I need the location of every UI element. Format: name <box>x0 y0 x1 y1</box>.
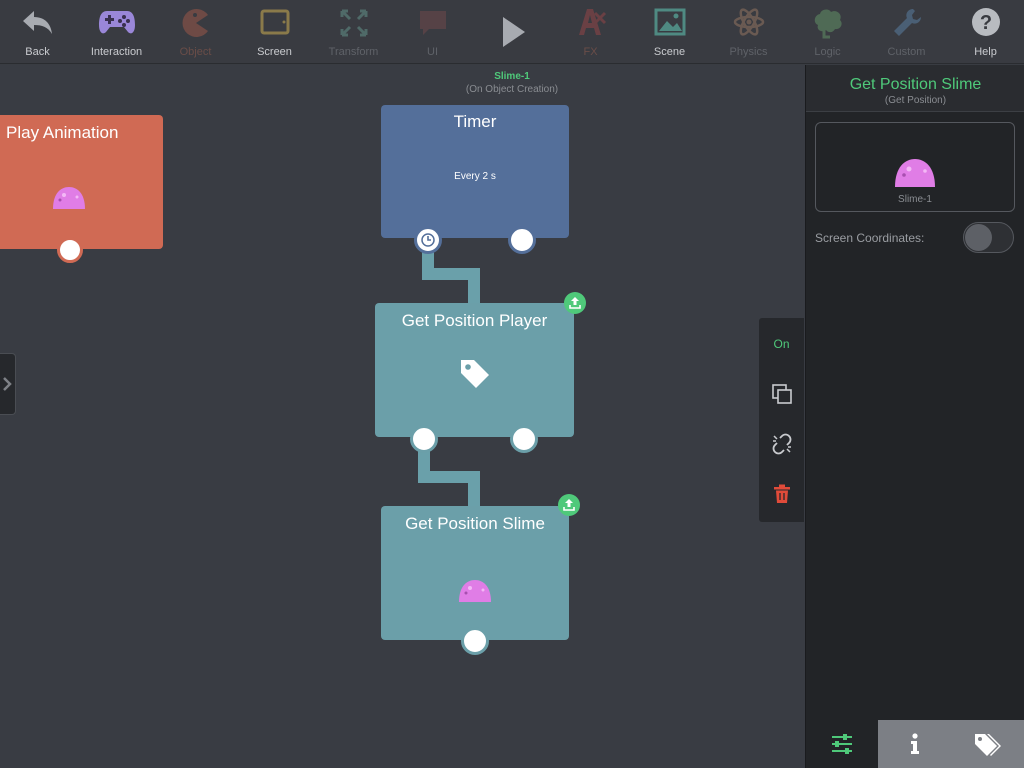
output-port[interactable] <box>461 627 489 655</box>
toolbar-transform-button[interactable]: Transform <box>314 0 393 64</box>
toolbar-fx-button[interactable]: FX <box>551 0 630 64</box>
toolbar-help-button[interactable]: ? Help <box>946 0 1024 64</box>
toolbar-scene-button[interactable]: Scene <box>630 0 709 64</box>
timer-interval: Every 2 s <box>454 171 496 182</box>
tab-info[interactable] <box>878 720 951 768</box>
toolbar-label: UI <box>427 46 438 58</box>
export-badge[interactable] <box>558 494 580 516</box>
timer-block[interactable]: Timer Every 2 s <box>381 105 569 238</box>
connector-line <box>468 268 480 306</box>
toggle-on-label: On <box>773 337 790 351</box>
back-arrow-icon <box>22 11 52 34</box>
panel-header: Get Position Slime (Get Position) <box>806 65 1024 112</box>
slime-icon <box>53 187 85 209</box>
duplicate-icon <box>771 384 792 404</box>
tag-icon <box>461 360 489 388</box>
top-toolbar: Back Interaction Object Screen Transform… <box>0 0 1024 64</box>
toolbar-interaction-button[interactable]: Interaction <box>77 0 156 64</box>
delete-button[interactable] <box>759 474 804 514</box>
question-icon: ? <box>971 8 1000 36</box>
event-object-name: Slime-1 <box>494 71 530 82</box>
block-title: Play Animation <box>6 123 119 142</box>
toolbar-label: Logic <box>814 46 841 58</box>
panel-bottom-tabs <box>806 720 1024 768</box>
left-drawer-handle[interactable] <box>0 353 16 415</box>
upload-icon <box>563 499 575 511</box>
chat-bubble-icon <box>419 11 446 35</box>
sliders-icon <box>832 734 852 754</box>
info-icon <box>910 733 919 754</box>
block-title: Timer <box>453 112 497 131</box>
toolbar-object-button[interactable]: Object <box>156 0 235 64</box>
gamepad-icon <box>98 11 135 34</box>
trash-icon <box>773 484 790 503</box>
get-position-slime-block[interactable]: Get Position Slime <box>381 506 569 640</box>
toolbar-label: FX <box>583 46 598 58</box>
tab-settings[interactable] <box>806 720 878 768</box>
export-badge[interactable] <box>564 292 586 314</box>
panel-title: Get Position Slime <box>849 76 982 93</box>
get-position-player-block[interactable]: Get Position Player <box>375 303 574 437</box>
screen-coordinates-label: Screen Coordinates: <box>815 231 925 245</box>
toolbar-logic-button[interactable]: Logic <box>788 0 867 64</box>
input-port[interactable] <box>410 425 438 453</box>
toolbar-label: Object <box>179 46 212 58</box>
pacman-icon <box>182 9 208 37</box>
toolbar-physics-button[interactable]: Physics <box>709 0 788 64</box>
toggle-on-button[interactable]: On <box>759 324 804 364</box>
clock-icon <box>421 233 435 247</box>
block-title: Get Position Slime <box>405 514 545 533</box>
landscape-image-icon <box>654 8 685 36</box>
atom-icon <box>733 8 764 36</box>
screen-coordinates-toggle[interactable] <box>963 222 1014 253</box>
toolbar-play-button[interactable] <box>472 0 551 64</box>
tab-tags[interactable] <box>951 720 1024 768</box>
duplicate-button[interactable] <box>759 374 804 414</box>
output-port[interactable] <box>508 226 536 254</box>
tablet-icon <box>260 9 289 35</box>
output-port[interactable] <box>57 237 83 263</box>
output-port[interactable] <box>510 425 538 453</box>
toolbar-ui-button[interactable]: UI <box>393 0 472 64</box>
toolbar-back-button[interactable]: Back <box>0 0 77 64</box>
object-preview[interactable]: Slime-1 <box>815 122 1015 212</box>
properties-panel: Get Position Slime (Get Position) Slime-… <box>805 65 1024 768</box>
brain-icon <box>814 9 842 39</box>
slime-icon <box>895 159 935 187</box>
connector-line <box>468 471 480 509</box>
expand-arrows-icon <box>340 9 367 37</box>
svg-text:?: ? <box>979 12 991 34</box>
preview-label: Slime-1 <box>898 194 932 205</box>
toolbar-label: Interaction <box>90 46 143 58</box>
toolbar-label: Back <box>25 46 50 58</box>
slime-icon <box>459 580 491 602</box>
toolbar-label: Transform <box>328 46 379 58</box>
toolbar-label: Screen <box>257 46 292 58</box>
tags-icon <box>975 734 1001 756</box>
upload-icon <box>569 297 581 309</box>
play-icon <box>502 17 525 47</box>
toggle-knob <box>965 224 992 251</box>
toolbar-label: Custom <box>887 46 926 58</box>
toolbar-screen-button[interactable]: Screen <box>235 0 314 64</box>
unlink-icon <box>772 433 791 455</box>
event-trigger: (On Object Creation) <box>465 84 559 95</box>
panel-subtitle: (Get Position) <box>884 95 947 106</box>
timer-trigger-port[interactable] <box>414 226 442 254</box>
block-title: Get Position Player <box>401 311 548 330</box>
toolbar-label: Help <box>974 46 997 58</box>
logic-canvas[interactable]: Slime-1 (On Object Creation) Play Animat… <box>0 65 805 768</box>
toolbar-label: Physics <box>729 46 768 58</box>
fx-icon <box>578 9 606 35</box>
block-actions-toolbar: On <box>759 318 804 522</box>
chevron-right-icon <box>2 377 12 391</box>
app-window: Back Interaction Object Screen Transform… <box>0 0 1024 768</box>
wrench-icon <box>893 9 921 36</box>
toolbar-label: Scene <box>653 46 686 58</box>
play-animation-block[interactable]: Play Animation <box>0 115 163 249</box>
unlink-button[interactable] <box>759 424 804 464</box>
event-caption: Slime-1 (On Object Creation) <box>440 71 584 95</box>
toolbar-custom-button[interactable]: Custom <box>867 0 946 64</box>
